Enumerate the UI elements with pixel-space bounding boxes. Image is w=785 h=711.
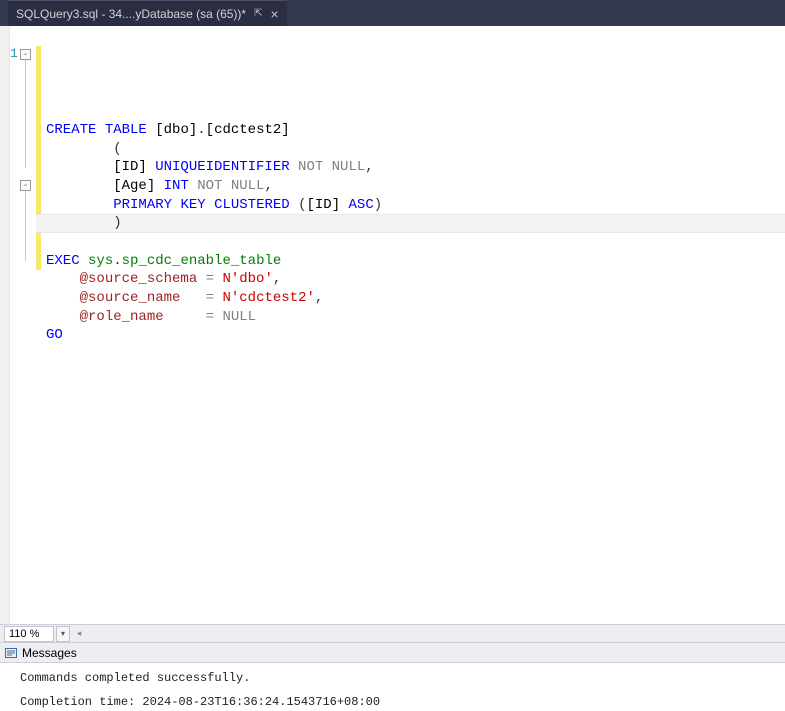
code-line[interactable]: @role_name = NULL — [46, 308, 785, 327]
fold-gutter[interactable]: -- — [18, 26, 36, 624]
code-line[interactable] — [46, 233, 785, 252]
file-tab[interactable]: SQLQuery3.sql - 34....yDatabase (sa (65)… — [8, 0, 287, 26]
code-line[interactable]: PRIMARY KEY CLUSTERED ([ID] ASC) — [46, 196, 785, 215]
scroll-left-icon[interactable]: ◂ — [72, 627, 86, 641]
messages-output[interactable]: Commands completed successfully. Complet… — [0, 663, 785, 711]
code-editor[interactable]: 1 -- CREATE TABLE [dbo].[cdctest2] ( [ID… — [0, 26, 785, 624]
line-number: 1 — [10, 46, 18, 61]
chevron-down-icon: ▾ — [61, 629, 65, 638]
messages-line: Completion time: 2024-08-23T16:36:24.154… — [20, 695, 765, 709]
fold-toggle[interactable]: - — [20, 49, 31, 60]
fold-guide — [25, 191, 26, 261]
tab-bar: SQLQuery3.sql - 34....yDatabase (sa (65)… — [0, 0, 785, 26]
messages-label: Messages — [22, 646, 77, 660]
zoom-input[interactable]: 110 % — [4, 626, 54, 642]
code-line[interactable]: CREATE TABLE [dbo].[cdctest2] — [46, 121, 785, 140]
line-number-gutter: 1 — [10, 26, 18, 624]
zoom-dropdown[interactable]: ▾ — [56, 626, 70, 642]
close-icon[interactable]: × — [271, 7, 279, 21]
messages-line: Commands completed successfully. — [20, 671, 765, 685]
zoom-toolbar: 110 % ▾ ◂ — [0, 624, 785, 643]
code-line[interactable]: @source_schema = N'dbo', — [46, 270, 785, 289]
code-content[interactable]: CREATE TABLE [dbo].[cdctest2] ( [ID] UNI… — [36, 26, 785, 624]
code-line[interactable]: ( — [46, 140, 785, 159]
code-line[interactable]: [ID] UNIQUEIDENTIFIER NOT NULL, — [46, 158, 785, 177]
tab-title: SQLQuery3.sql - 34....yDatabase (sa (65)… — [16, 7, 246, 21]
code-line[interactable]: GO — [46, 326, 785, 345]
breakpoint-gutter[interactable] — [0, 26, 10, 624]
code-line[interactable]: @source_name = N'cdctest2', — [46, 289, 785, 308]
fold-guide — [25, 60, 26, 168]
messages-icon — [4, 646, 18, 660]
code-line[interactable]: EXEC sys.sp_cdc_enable_table — [46, 252, 785, 271]
fold-toggle[interactable]: - — [20, 180, 31, 191]
pin-icon[interactable]: ⇱ — [254, 8, 262, 19]
code-line[interactable]: ) — [46, 214, 785, 233]
code-line[interactable]: [Age] INT NOT NULL, — [46, 177, 785, 196]
messages-tab-header[interactable]: Messages — [0, 643, 785, 663]
zoom-value: 110 % — [9, 628, 39, 640]
